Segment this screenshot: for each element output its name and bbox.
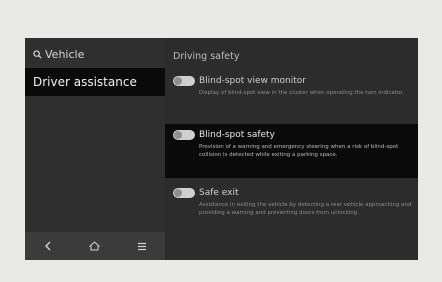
home-icon bbox=[89, 241, 101, 251]
setting-title: Blind-spot safety bbox=[199, 130, 275, 140]
back-button[interactable] bbox=[38, 236, 58, 256]
page-title: Driving safety bbox=[173, 51, 240, 62]
sidebar: Vehicle Driver assistance bbox=[25, 38, 165, 260]
menu-icon bbox=[137, 242, 147, 251]
main-panel: Driving safety Blind-spot view monitor D… bbox=[165, 38, 418, 260]
setting-description: Display of blind-spot view in the cluste… bbox=[199, 90, 404, 96]
setting-blind-spot-safety[interactable]: Blind-spot safety Provision of a warning… bbox=[165, 124, 418, 178]
setting-safe-exit[interactable]: Safe exit Assistance in exiting the vehi… bbox=[165, 182, 418, 242]
bottom-nav bbox=[25, 232, 165, 260]
setting-title: Blind-spot view monitor bbox=[199, 76, 306, 86]
setting-blind-spot-view-monitor[interactable]: Blind-spot view monitor Display of blind… bbox=[165, 70, 418, 120]
sidebar-item-label: Driver assistance bbox=[33, 75, 137, 89]
sidebar-item-driver-assistance[interactable]: Driver assistance bbox=[25, 68, 165, 96]
sidebar-header[interactable]: Vehicle bbox=[33, 48, 84, 61]
vehicle-settings-screen: Vehicle Driver assistance Driving safety… bbox=[25, 38, 418, 260]
setting-description: Provision of a warning and emergency ste… bbox=[199, 144, 399, 158]
back-icon bbox=[44, 241, 52, 251]
menu-button[interactable] bbox=[132, 236, 152, 256]
home-button[interactable] bbox=[85, 236, 105, 256]
toggle-switch[interactable] bbox=[173, 188, 195, 198]
search-icon[interactable] bbox=[33, 50, 42, 59]
setting-title: Safe exit bbox=[199, 188, 239, 198]
toggle-switch[interactable] bbox=[173, 130, 195, 140]
setting-description: Assistance in exiting the vehicle by det… bbox=[199, 202, 412, 216]
toggle-switch[interactable] bbox=[173, 76, 195, 86]
sidebar-header-label: Vehicle bbox=[45, 48, 85, 61]
